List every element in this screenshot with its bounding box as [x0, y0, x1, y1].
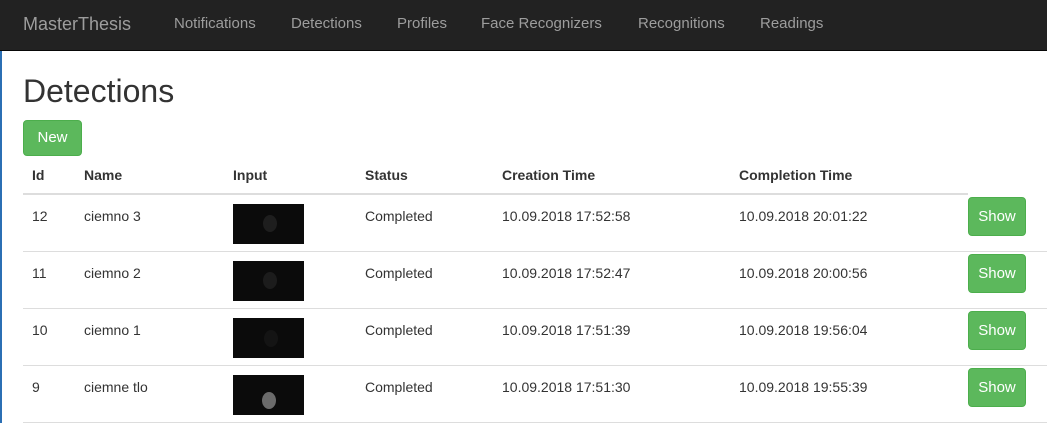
column-header-name: Name: [84, 167, 123, 183]
cell-completion-time: 10.09.2018 19:56:04: [739, 322, 868, 338]
show-button[interactable]: Show: [968, 254, 1026, 293]
nav-readings[interactable]: Readings: [760, 15, 823, 33]
cell-name: ciemno 1: [84, 322, 141, 338]
input-thumbnail: [233, 318, 304, 358]
nav-recognitions[interactable]: Recognitions: [638, 15, 725, 33]
table-row: 11 ciemno 2 Completed 10.09.2018 17:52:4…: [23, 252, 1047, 309]
show-button[interactable]: Show: [968, 368, 1026, 407]
nav-face-recognizers[interactable]: Face Recognizers: [481, 15, 602, 33]
cell-completion-time: 10.09.2018 20:00:56: [739, 265, 868, 281]
column-header-input: Input: [233, 167, 268, 183]
column-header-status: Status: [365, 167, 408, 183]
cell-name: ciemno 3: [84, 208, 141, 224]
brand-link[interactable]: MasterThesis: [23, 12, 131, 36]
cell-status: Completed: [365, 322, 433, 338]
show-button[interactable]: Show: [968, 197, 1026, 236]
top-navbar: MasterThesis Notifications Detections Pr…: [0, 0, 1047, 51]
nav-detections[interactable]: Detections: [291, 15, 362, 33]
cell-name: ciemno 2: [84, 265, 141, 281]
column-header-completion-time: Completion Time: [739, 167, 853, 183]
cell-completion-time: 10.09.2018 19:55:39: [739, 379, 868, 395]
table-row: 9 ciemne tlo Completed 10.09.2018 17:51:…: [23, 366, 1047, 423]
new-detection-button[interactable]: New: [23, 120, 82, 156]
column-header-creation-time: Creation Time: [502, 167, 596, 183]
nav-notifications[interactable]: Notifications: [174, 15, 256, 33]
page-title: Detections: [23, 73, 175, 109]
cell-completion-time: 10.09.2018 20:01:22: [739, 208, 868, 224]
nav-profiles[interactable]: Profiles: [397, 15, 447, 33]
input-thumbnail: [233, 261, 304, 301]
column-header-id: Id: [32, 167, 45, 183]
input-thumbnail: [233, 204, 304, 244]
cell-creation-time: 10.09.2018 17:52:58: [502, 208, 631, 224]
cell-creation-time: 10.09.2018 17:51:39: [502, 322, 631, 338]
cell-creation-time: 10.09.2018 17:51:30: [502, 379, 631, 395]
cell-creation-time: 10.09.2018 17:52:47: [502, 265, 631, 281]
input-thumbnail: [233, 375, 304, 415]
window-left-edge: [0, 0, 2, 423]
cell-id: 9: [32, 379, 40, 395]
table-row: 10 ciemno 1 Completed 10.09.2018 17:51:3…: [23, 309, 1047, 366]
cell-id: 11: [32, 265, 47, 281]
show-button[interactable]: Show: [968, 311, 1026, 350]
cell-name: ciemne tlo: [84, 379, 148, 395]
cell-status: Completed: [365, 208, 433, 224]
cell-status: Completed: [365, 265, 433, 281]
cell-id: 10: [32, 322, 48, 338]
cell-id: 12: [32, 208, 48, 224]
cell-status: Completed: [365, 379, 433, 395]
table-row: 12 ciemno 3 Completed 10.09.2018 17:52:5…: [23, 195, 1047, 252]
